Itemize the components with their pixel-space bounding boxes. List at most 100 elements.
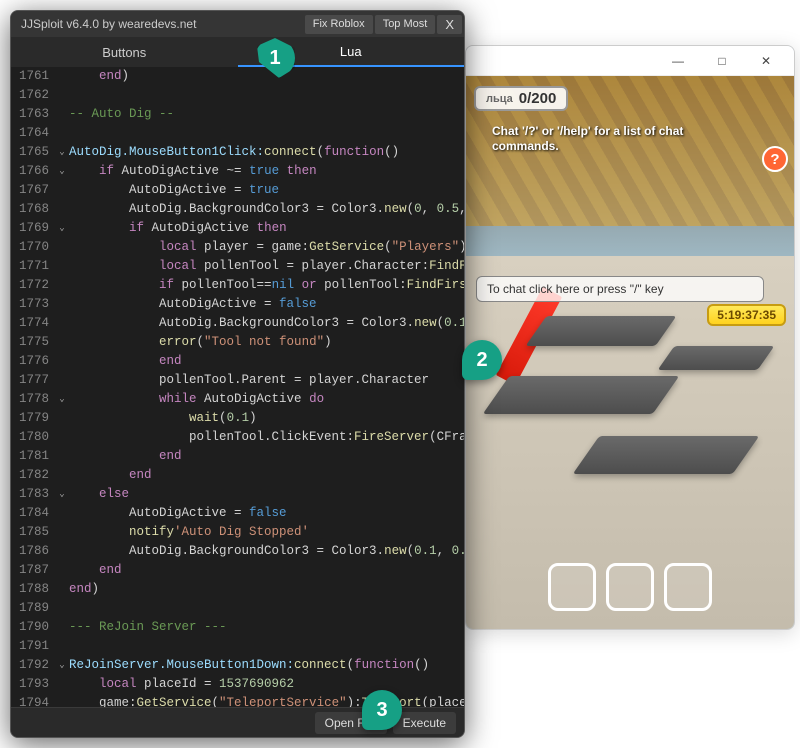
code-text[interactable]: local placeId = 1537690962	[69, 675, 294, 694]
code-line[interactable]: 1792⌄ReJoinServer.MouseButton1Down:conne…	[11, 656, 464, 675]
close-button[interactable]: ✕	[746, 49, 786, 73]
code-text[interactable]: if pollenTool==nil or pollenTool:FindFir…	[69, 276, 464, 295]
code-line[interactable]: 1784 AutoDigActive = false	[11, 504, 464, 523]
code-text[interactable]: end	[69, 447, 182, 466]
code-text[interactable]: -- Auto Dig --	[69, 105, 174, 124]
fix-roblox-button[interactable]: Fix Roblox	[305, 15, 373, 34]
top-most-button[interactable]: Top Most	[375, 15, 436, 34]
line-number: 1785	[11, 523, 55, 542]
code-line[interactable]: 1780 pollenTool.ClickEvent:FireServer(CF…	[11, 428, 464, 447]
code-line[interactable]: 1788end)	[11, 580, 464, 599]
code-text[interactable]: AutoDigActive = false	[69, 295, 317, 314]
code-text[interactable]: local player = game:GetService("Players"…	[69, 238, 464, 257]
fold-toggle[interactable]: ⌄	[55, 485, 69, 504]
fold-toggle	[55, 618, 69, 637]
fold-toggle	[55, 637, 69, 656]
code-line[interactable]: 1768 AutoDig.BackgroundColor3 = Color3.n…	[11, 200, 464, 219]
code-editor[interactable]: 1761 end)17621763 -- Auto Dig --17641765⌄…	[11, 67, 464, 707]
code-line[interactable]: 1767 AutoDigActive = true	[11, 181, 464, 200]
line-number: 1779	[11, 409, 55, 428]
line-number: 1780	[11, 428, 55, 447]
fold-toggle	[55, 580, 69, 599]
code-line[interactable]: 1781 end	[11, 447, 464, 466]
code-line[interactable]: 1770 local player = game:GetService("Pla…	[11, 238, 464, 257]
code-line[interactable]: 1771 local pollenTool = player.Character…	[11, 257, 464, 276]
code-line[interactable]: 1778⌄ while AutoDigActive do	[11, 390, 464, 409]
code-line[interactable]: 1775 error("Tool not found")	[11, 333, 464, 352]
game-window: — □ ✕ льца 0/200 Chat '/?' or '/help' fo…	[465, 45, 795, 630]
code-text[interactable]: AutoDig.MouseButton1Click:connect(functi…	[69, 143, 399, 162]
code-text[interactable]: --- ReJoin Server ---	[69, 618, 227, 637]
code-line[interactable]: 1793 local placeId = 1537690962	[11, 675, 464, 694]
code-text[interactable]: error("Tool not found")	[69, 333, 332, 352]
code-text[interactable]: game:GetService("TeleportService"):Telep…	[69, 694, 464, 707]
code-text[interactable]: end)	[69, 580, 99, 599]
help-icon[interactable]: ?	[762, 146, 788, 172]
code-text[interactable]: while AutoDigActive do	[69, 390, 324, 409]
code-line[interactable]: 1783⌄ else	[11, 485, 464, 504]
code-text[interactable]: AutoDig.BackgroundColor3 = Color3.new(0,…	[69, 200, 464, 219]
line-number: 1787	[11, 561, 55, 580]
fold-toggle	[55, 466, 69, 485]
code-line[interactable]: 1766⌄ if AutoDigActive ~= true then	[11, 162, 464, 181]
line-number: 1790	[11, 618, 55, 637]
hotbar-slot[interactable]	[548, 563, 596, 611]
code-text[interactable]: wait(0.1)	[69, 409, 257, 428]
fold-toggle	[55, 371, 69, 390]
fold-toggle[interactable]: ⌄	[55, 162, 69, 181]
fold-toggle[interactable]: ⌄	[55, 219, 69, 238]
line-number: 1775	[11, 333, 55, 352]
chat-input[interactable]: To chat click here or press "/" key	[476, 276, 764, 302]
line-number: 1786	[11, 542, 55, 561]
code-text[interactable]: AutoDig.BackgroundColor3 = Color3.new(0.…	[69, 314, 464, 333]
code-line[interactable]: 1787 end	[11, 561, 464, 580]
maximize-button[interactable]: □	[702, 49, 742, 73]
code-text[interactable]: if AutoDigActive ~= true then	[69, 162, 317, 181]
fold-toggle	[55, 333, 69, 352]
hotbar-slot[interactable]	[664, 563, 712, 611]
tab-buttons[interactable]: Buttons	[11, 37, 238, 67]
fold-toggle[interactable]: ⌄	[55, 143, 69, 162]
code-line[interactable]: 1782 end	[11, 466, 464, 485]
code-line[interactable]: 1761 end)	[11, 67, 464, 86]
fold-toggle[interactable]: ⌄	[55, 656, 69, 675]
line-number: 1763	[11, 105, 55, 124]
fold-toggle	[55, 447, 69, 466]
minimize-button[interactable]: —	[658, 49, 698, 73]
execute-button[interactable]: Execute	[393, 712, 456, 734]
code-text[interactable]: AutoDigActive = true	[69, 181, 279, 200]
code-text[interactable]: notify'Auto Dig Stopped'	[69, 523, 309, 542]
code-text[interactable]: pollenTool.ClickEvent:FireServer(CFrame.	[69, 428, 464, 447]
code-text[interactable]: end	[69, 352, 182, 371]
code-line[interactable]: 1773 AutoDigActive = false	[11, 295, 464, 314]
code-text[interactable]: else	[69, 485, 129, 504]
code-text[interactable]: end	[69, 466, 152, 485]
hotbar-slot[interactable]	[606, 563, 654, 611]
code-text[interactable]: end	[69, 561, 122, 580]
code-text[interactable]: local pollenTool = player.Character:Find…	[69, 257, 464, 276]
code-line[interactable]: 1790 --- ReJoin Server ---	[11, 618, 464, 637]
code-text[interactable]: ReJoinServer.MouseButton1Down:connect(fu…	[69, 656, 429, 675]
code-line[interactable]: 1762	[11, 86, 464, 105]
code-line[interactable]: 1785 notify'Auto Dig Stopped'	[11, 523, 464, 542]
code-line[interactable]: 1791	[11, 637, 464, 656]
code-line[interactable]: 1763 -- Auto Dig --	[11, 105, 464, 124]
code-line[interactable]: 1765⌄AutoDig.MouseButton1Click:connect(f…	[11, 143, 464, 162]
code-text[interactable]: pollenTool.Parent = player.Character	[69, 371, 429, 390]
code-line[interactable]: 1777 pollenTool.Parent = player.Characte…	[11, 371, 464, 390]
code-text[interactable]: end)	[69, 67, 129, 86]
code-text[interactable]: AutoDigActive = false	[69, 504, 287, 523]
code-line[interactable]: 1786 AutoDig.BackgroundColor3 = Color3.n…	[11, 542, 464, 561]
code-line[interactable]: 1779 wait(0.1)	[11, 409, 464, 428]
code-line[interactable]: 1769⌄ if AutoDigActive then	[11, 219, 464, 238]
code-line[interactable]: 1776 end	[11, 352, 464, 371]
code-line[interactable]: 1774 AutoDig.BackgroundColor3 = Color3.n…	[11, 314, 464, 333]
code-line[interactable]: 1789	[11, 599, 464, 618]
editor-close-button[interactable]: X	[437, 15, 462, 34]
code-text[interactable]: if AutoDigActive then	[69, 219, 287, 238]
code-line[interactable]: 1764	[11, 124, 464, 143]
code-text[interactable]: AutoDig.BackgroundColor3 = Color3.new(0.…	[69, 542, 464, 561]
code-line[interactable]: 1772 if pollenTool==nil or pollenTool:Fi…	[11, 276, 464, 295]
game-viewport[interactable]: льца 0/200 Chat '/?' or '/help' for a li…	[466, 76, 794, 629]
fold-toggle[interactable]: ⌄	[55, 390, 69, 409]
